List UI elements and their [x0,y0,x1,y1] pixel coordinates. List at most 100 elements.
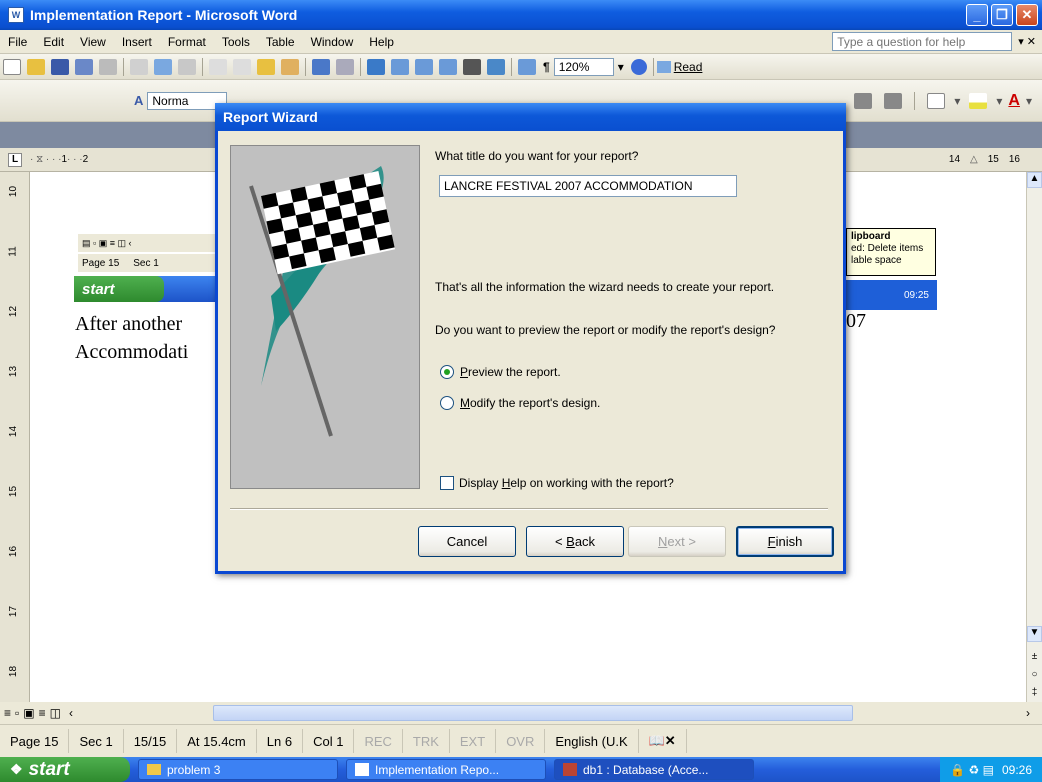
vertical-ruler[interactable]: 10 11 12 13 14 15 16 17 18 [0,172,30,702]
insert-table-icon[interactable] [415,58,433,75]
tray-icons[interactable]: 🔒 ♻ ▤ [950,763,994,777]
menu-table[interactable]: Table [258,35,303,49]
print-preview-icon[interactable] [130,58,148,75]
view-buttons-icon[interactable]: ≡▫▣≡◫ [4,706,65,720]
menu-tools[interactable]: Tools [214,35,258,49]
checkbox-icon [440,476,454,490]
read-button[interactable]: Read [656,59,703,74]
format-painter-icon[interactable] [281,58,299,75]
styles-icon[interactable]: A [134,93,143,108]
minimize-button[interactable]: _ [966,4,988,26]
zoom-select[interactable]: 120% [553,57,614,76]
taskbar-item-problem3[interactable]: problem 3 [138,759,338,780]
status-language: English (U.K [545,729,639,753]
scroll-up-icon[interactable]: ▲ [1027,172,1042,188]
window-title: Implementation Report - Microsoft Word [30,7,298,23]
insert-excel-icon[interactable] [439,58,457,75]
browse-object-icon[interactable]: ○ [1027,669,1042,680]
tables-borders-icon[interactable] [391,58,409,75]
ask-question-input[interactable] [832,32,1013,51]
paste-icon[interactable] [257,58,275,75]
back-button[interactable]: < Back [526,526,624,557]
menu-help[interactable]: Help [361,35,402,49]
menu-file[interactable]: File [0,35,35,49]
help-icon[interactable] [630,58,647,75]
task-label: db1 : Database (Acce... [583,762,709,777]
redo-icon[interactable] [336,58,354,75]
font-color-dropdown-icon[interactable]: ▾ [1026,94,1032,108]
menu-insert[interactable]: Insert [114,35,160,49]
document-map-icon[interactable] [518,58,536,75]
report-title-input[interactable]: LANCRE FESTIVAL 2007 ACCOMMODATION [439,175,737,197]
status-ln: Ln 6 [257,729,304,753]
dialog-titlebar: Report Wizard [215,103,846,131]
word-app-icon: W [8,7,24,23]
columns-icon[interactable] [463,58,481,75]
scroll-right-icon[interactable]: › [1026,706,1030,720]
next-page-icon[interactable]: ‡ [1027,687,1042,698]
status-ovr[interactable]: OVR [496,729,546,753]
taskbar-item-access[interactable]: db1 : Database (Acce... [554,759,754,780]
menu-window[interactable]: Window [303,35,362,49]
horizontal-scroll-thumb[interactable] [212,705,853,721]
hyperlink-icon[interactable] [367,58,385,75]
spelling-icon[interactable] [154,58,172,75]
tray-clock: 09:26 [1001,762,1032,777]
ruler-number: 16 [1008,154,1020,165]
research-icon[interactable] [178,58,196,75]
increase-indent-icon[interactable] [884,92,903,109]
status-rec[interactable]: REC [354,729,403,753]
status-page: Page 15 [0,729,70,753]
save-icon[interactable] [51,58,69,75]
display-help-checkbox[interactable]: Display Help on working with the report? [440,476,674,490]
next-label: ext > [667,534,696,549]
print-icon[interactable] [99,58,117,75]
status-trk[interactable]: TRK [403,729,450,753]
start-button[interactable]: ❖ start [0,757,130,782]
open-folder-icon[interactable] [27,58,45,75]
show-hide-icon[interactable]: ¶ [543,60,550,74]
scroll-left-icon[interactable]: ‹ [69,706,73,720]
restore-button[interactable]: ❐ [991,4,1013,26]
taskbar-item-word[interactable]: Implementation Repo... [346,759,546,780]
highlight-dropdown-icon[interactable]: ▾ [996,94,1002,108]
read-label: Read [673,59,703,74]
document-text[interactable]: After another Accommodati [75,310,188,366]
status-ext[interactable]: EXT [450,729,497,753]
menu-format[interactable]: Format [160,35,214,49]
modify-hotkey: M [460,396,470,410]
close-button[interactable]: ✕ [1016,4,1038,26]
menu-edit[interactable]: Edit [35,35,72,49]
title-question-label: What title do you want for your report? [435,149,639,163]
permission-icon[interactable] [75,58,93,75]
embedded-start-button: start [74,276,164,302]
font-color-icon[interactable]: A [1008,92,1020,110]
cut-icon[interactable] [209,58,227,75]
tab-selector-icon[interactable]: L [8,152,22,167]
decrease-indent-icon[interactable] [854,92,873,109]
windows-logo-icon: ❖ [10,761,23,777]
horizontal-scrollbar[interactable]: ≡▫▣≡◫ ‹ › [0,702,1042,724]
zoom-dropdown-icon[interactable]: ▾ [618,60,624,74]
next-button[interactable]: Next > [628,526,726,557]
vertical-scrollbar[interactable]: ▲ ▼ ± ○ ‡ [1026,172,1042,702]
embedded-sec-label: Sec 1 [133,257,159,269]
previous-page-icon[interactable]: ± [1027,651,1042,662]
undo-icon[interactable] [312,58,330,75]
drawing-icon[interactable] [487,58,505,75]
spelling-status-icon[interactable]: 📖✕ [639,729,687,753]
copy-icon[interactable] [233,58,251,75]
borders-icon[interactable] [927,92,946,109]
cancel-button[interactable]: Cancel [418,526,516,557]
menu-view[interactable]: View [72,35,114,49]
menu-close-icon[interactable]: ▾ ✕ [1018,35,1036,48]
highlight-icon[interactable] [969,92,988,109]
new-document-icon[interactable] [3,58,21,75]
modify-design-radio[interactable]: Modify the report's design. [440,396,600,410]
toolbar-separator [652,57,654,76]
scroll-down-icon[interactable]: ▼ [1027,626,1042,642]
finish-button[interactable]: Finish [736,526,834,557]
preview-report-radio[interactable]: Preview the report. [440,365,561,379]
borders-dropdown-icon[interactable]: ▾ [954,94,960,108]
next-hotkey: N [658,534,668,549]
